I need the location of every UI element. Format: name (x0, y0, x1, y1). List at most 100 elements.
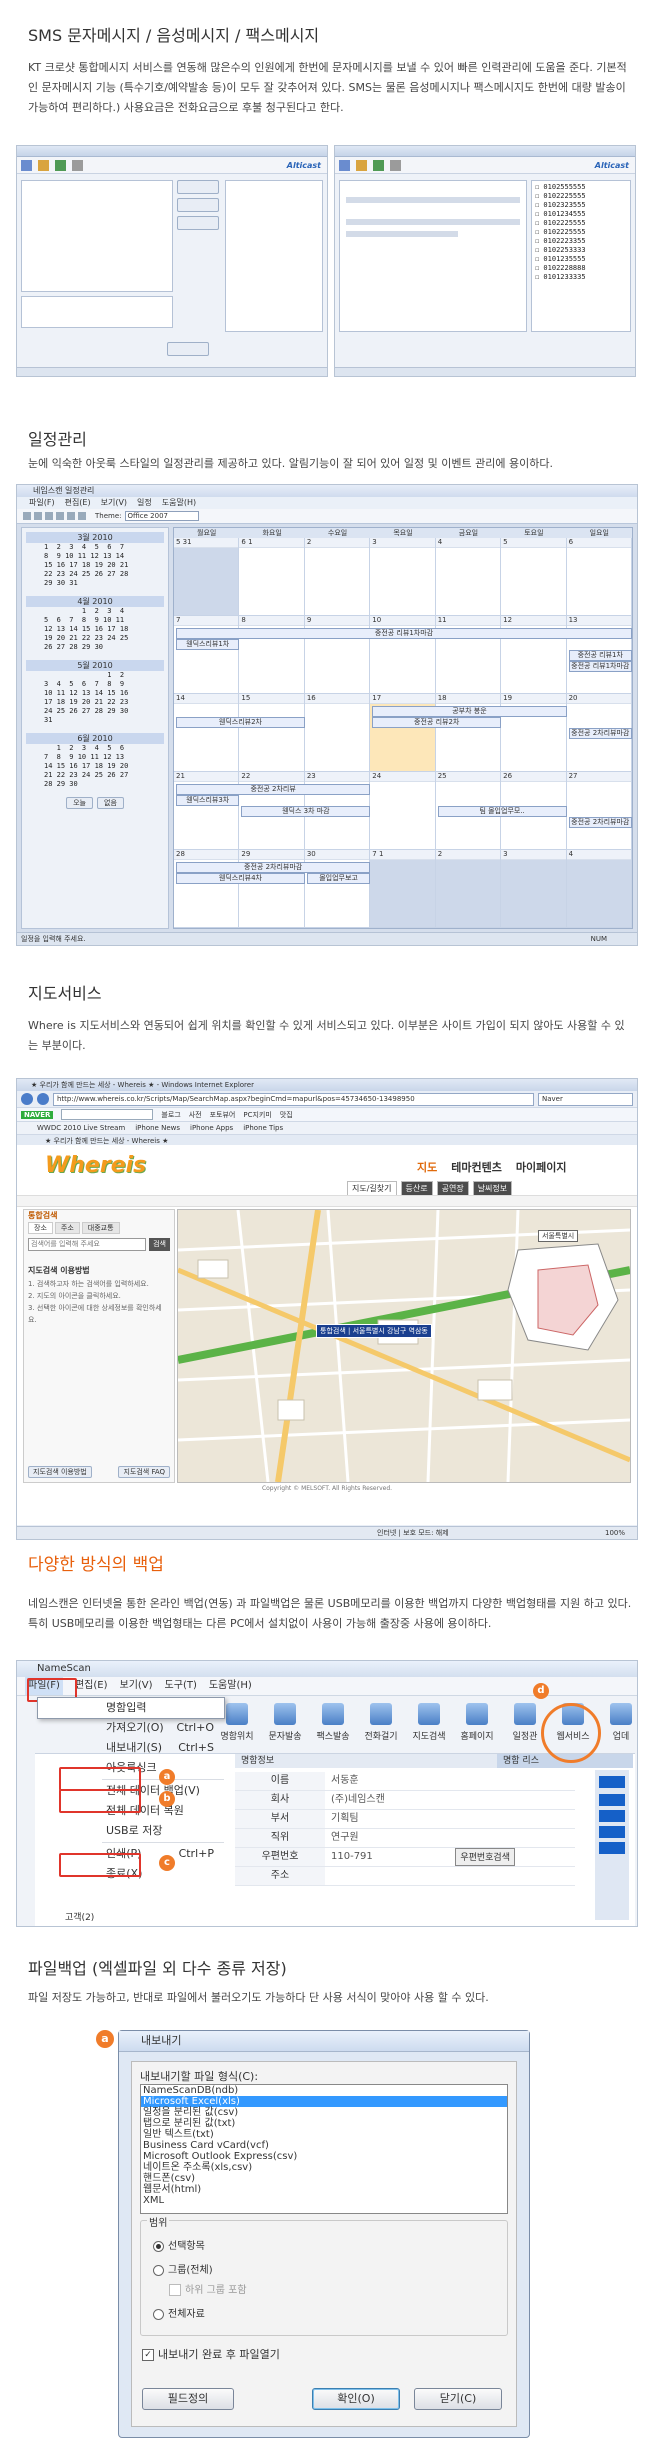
site-subnav-item[interactable]: 등산로 (400, 1181, 433, 1196)
bookmark-item[interactable]: iPhone Tips (243, 1124, 283, 1132)
mini-month-row[interactable]: 14 15 16 17 18 19 20 (26, 762, 164, 771)
mini-month-row[interactable]: 28 29 30 (26, 780, 164, 789)
mini-month-row[interactable]: 15 16 17 18 19 20 21 (26, 561, 164, 570)
sms-message-area[interactable] (21, 180, 173, 292)
format-option[interactable]: 탭으로 분리된 값(txt) (141, 2118, 507, 2129)
phone-number[interactable]: ☐ 0101233335 (535, 273, 627, 282)
calendar-day[interactable]: 7 1 (370, 850, 436, 928)
calendar-day[interactable]: 3 (501, 850, 567, 928)
mini-month-row[interactable]: 24 25 26 27 28 29 30 (26, 707, 164, 716)
card-field-value[interactable]: 110-791 (325, 1848, 455, 1866)
address-bar[interactable]: http://www.whereis.co.kr/Scripts/Map/Sea… (53, 1092, 534, 1106)
bookmark-item[interactable]: iPhone News (135, 1124, 180, 1132)
toolbar-item[interactable]: PC지키미 (243, 1110, 271, 1120)
format-option[interactable]: 일반 텍스트(txt) (141, 2129, 507, 2140)
calendar-event[interactable]: 중전공 2차리뷰 (176, 784, 371, 795)
format-option[interactable]: Business Card vCard(vcf) (141, 2140, 507, 2151)
phone-number[interactable]: ☐ 0102555555 (535, 183, 627, 192)
phone-number[interactable]: ☐ 0102225555 (535, 219, 627, 228)
format-option[interactable]: NameScanDB(ndb) (141, 2085, 507, 2096)
mini-month-row[interactable]: 26 27 28 29 30 (26, 643, 164, 652)
toolbar-button[interactable]: 지도검색 (409, 1703, 449, 1742)
calendar-day[interactable]: 16 (304, 694, 371, 772)
toolbar-button[interactable]: 홈페이지 (457, 1703, 497, 1742)
site-subnav-item[interactable]: 날씨정보 (472, 1181, 513, 1196)
calendar-day[interactable]: 14 (174, 694, 240, 772)
bookmark-item[interactable]: WWDC 2010 Live Stream (37, 1124, 125, 1132)
calendar-event[interactable]: 몰입업무보고 (306, 873, 371, 884)
calendar-event[interactable]: 중전공 리뷰2차 (372, 717, 502, 728)
site-subnav-item[interactable]: 지도/길찾기 (347, 1181, 397, 1196)
calendar-day[interactable]: 6 (566, 538, 632, 616)
file-menu-item[interactable]: 가져오기(O) Ctrl+O (72, 1718, 224, 1738)
calendar-event[interactable]: 공부차 봉운 (372, 706, 567, 717)
postcode-search-button[interactable]: 우편번호검색 (455, 1848, 515, 1866)
toolbar-button[interactable]: 팩스발송 (313, 1703, 353, 1742)
calendar-event[interactable]: 웬딕스리뷰2차 (176, 717, 305, 728)
recipient-list[interactable] (225, 180, 323, 332)
format-option[interactable]: 일정을 분리된 값(csv) (141, 2107, 507, 2118)
group-item[interactable]: 고객(2) (65, 1910, 94, 1923)
toolbar-button[interactable]: 전화걸기 (361, 1703, 401, 1742)
phone-number[interactable]: ☐ 0101235555 (535, 255, 627, 264)
calendar-event[interactable]: 중전공 2차리뷰마감 (176, 862, 371, 873)
menu-item[interactable]: 보기(V) (101, 497, 127, 509)
calendar-day[interactable]: 4 (435, 538, 502, 616)
calendar-day[interactable]: 15 (239, 694, 305, 772)
include-subgroups-checkbox[interactable]: 하위 그룹 포함 (169, 2281, 247, 2296)
namescan-menu-item[interactable]: 도구(T) (165, 1677, 197, 1695)
card-field-value[interactable] (325, 1867, 575, 1885)
none-button[interactable]: 없음 (97, 797, 124, 809)
calendar-day[interactable]: 24 (370, 772, 436, 850)
file-menu-item[interactable]: USB로 저장 (72, 1821, 224, 1841)
calendar-event[interactable]: 웬딕스리뷰3차 (176, 795, 240, 806)
toolbar-item[interactable]: 포토뷰어 (210, 1110, 236, 1120)
map-canvas[interactable]: 통합검색 | 서울특별시 강남구 역삼동 서울특별시 (177, 1209, 631, 1483)
menu-item[interactable]: 일정 (137, 497, 152, 509)
format-option[interactable]: XML (141, 2195, 507, 2206)
menu-item[interactable]: 편집(E) (65, 497, 91, 509)
calendar-day[interactable]: 3 (370, 538, 436, 616)
mini-month-row[interactable]: 31 (26, 716, 164, 725)
file-menu-item[interactable]: 내보내기(S) Ctrl+S (72, 1738, 224, 1758)
calendar-event[interactable]: 중전공 2차리뷰마감 (568, 817, 632, 828)
site-subnav-item[interactable]: 공연장 (436, 1181, 469, 1196)
calendar-event[interactable]: 중전공 리뷰1차 (568, 650, 632, 661)
site-nav-item[interactable]: 지도 (417, 1159, 437, 1175)
menu-item[interactable]: 파일(F) (29, 497, 55, 509)
calendar-event[interactable]: 웬딕스리뷰4차 (176, 873, 305, 884)
toolbar-item[interactable]: 사전 (189, 1110, 202, 1120)
close-button[interactable]: 닫기(C) (414, 2388, 502, 2410)
mini-month-row[interactable]: 21 22 23 24 25 26 27 (26, 771, 164, 780)
format-option[interactable]: 네이트온 주소록(xls,csv) (141, 2162, 507, 2173)
calendar-event[interactable]: 중전공 리뷰1차마감 (568, 661, 632, 672)
open-after-export-checkbox[interactable]: ✓ 내보내기 완료 후 파일열기 (142, 2346, 280, 2362)
mini-month-row[interactable]: 19 20 21 22 23 24 25 (26, 634, 164, 643)
mini-month-row[interactable]: 3 4 5 6 7 8 9 (26, 680, 164, 689)
site-nav-item[interactable]: 테마컨텐츠 (451, 1159, 502, 1175)
calendar-event[interactable]: 팀 몰입업무모.. (437, 806, 567, 817)
format-option[interactable]: Microsoft Outlook Express(csv) (141, 2151, 507, 2162)
theme-select[interactable]: Office 2007 (124, 511, 199, 521)
mini-month-row[interactable]: 1 2 3 4 5 6 (26, 744, 164, 753)
confirm-button[interactable]: 확인(O) (312, 2388, 400, 2410)
calendar-day[interactable]: 2 (304, 538, 371, 616)
format-option[interactable]: 핸드폰(csv) (141, 2173, 507, 2184)
format-option[interactable]: Microsoft Excel(xls) (141, 2096, 507, 2107)
mini-month-row[interactable]: 8 9 10 11 12 13 14 (26, 552, 164, 561)
mini-month-row[interactable]: 1 2 3 4 5 6 7 (26, 543, 164, 552)
range-option-all[interactable]: 전체자료 (153, 2305, 205, 2320)
calendar-day[interactable]: 5 31 (174, 538, 240, 616)
search-tab[interactable]: 주소 (54, 1222, 80, 1234)
search-tab[interactable]: 장소 (28, 1222, 53, 1234)
file-menu-item[interactable]: 명함입력 (72, 1698, 224, 1718)
calendar-event[interactable]: 웬딕스 3차 마감 (241, 806, 371, 817)
search-tab[interactable]: 대중교통 (81, 1222, 120, 1234)
calendar-day[interactable]: 6 1 (239, 538, 305, 616)
calendar-event[interactable]: 웬딕스리뷰1차 (176, 639, 240, 650)
bookmark-item[interactable]: iPhone Apps (190, 1124, 233, 1132)
range-option-selected[interactable]: 선택항목 (153, 2237, 205, 2252)
mini-month-row[interactable]: 5 6 7 8 9 10 11 (26, 616, 164, 625)
map-marker-label[interactable]: 통합검색 | 서울특별시 강남구 역삼동 (316, 1324, 432, 1338)
mini-month-row[interactable]: 12 13 14 15 16 17 18 (26, 625, 164, 634)
